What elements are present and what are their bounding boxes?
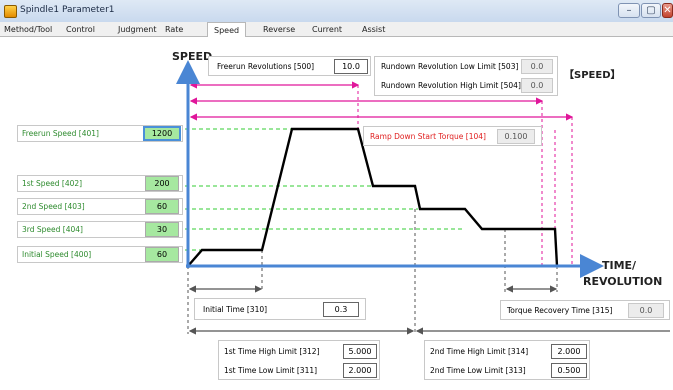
speed3-input[interactable]: 30: [145, 222, 179, 237]
section-title: 【SPEED】: [564, 70, 621, 81]
rundown-low-label: Rundown Revolution Low Limit [503]: [381, 62, 519, 71]
freerun-speed-group: Freerun Speed [401] 1200: [17, 125, 183, 142]
t2-high-input[interactable]: 2.000: [551, 344, 587, 359]
ramp-down-torque-label: Ramp Down Start Torque [104]: [370, 132, 486, 141]
time-axis-label: TIME/: [602, 259, 637, 272]
initial-time-label: Initial Time [310]: [203, 305, 268, 314]
ramp-down-torque-group: Ramp Down Start Torque [104] 0.100: [363, 126, 542, 146]
speed1-input[interactable]: 200: [145, 176, 179, 191]
speed3-group: 3rd Speed [404] 30: [17, 221, 183, 238]
t1-low-label: 1st Time Low Limit [311]: [224, 366, 318, 375]
freerun-revolutions-group: Freerun Revolutions [500] 10.0: [208, 56, 371, 76]
freerun-speed-label: Freerun Speed [401]: [22, 129, 99, 138]
rundown-high-label: Rundown Revolution High Limit [504]: [381, 81, 521, 90]
t2-high-label: 2nd Time High Limit [314]: [430, 347, 529, 356]
rundown-low-input[interactable]: 0.0: [521, 59, 553, 74]
speed-profile-line: [187, 127, 559, 267]
rundown-limits-group: Rundown Revolution Low Limit [503] 0.0 R…: [374, 56, 558, 96]
t1-high-input[interactable]: 5.000: [343, 344, 377, 359]
t2-low-label: 2nd Time Low Limit [313]: [430, 366, 526, 375]
initial-time-input[interactable]: 0.3: [323, 302, 359, 317]
torque-recovery-label: Torque Recovery Time [315]: [507, 306, 613, 315]
initial-time-group: Initial Time [310] 0.3: [194, 298, 366, 320]
freerun-speed-input[interactable]: 1200: [143, 126, 181, 141]
speed1-label: 1st Speed [402]: [22, 179, 83, 188]
speed2-group: 2nd Speed [403] 60: [17, 198, 183, 215]
revolution-axis-label: REVOLUTION: [583, 275, 663, 288]
initial-speed-label: Initial Speed [400]: [22, 250, 92, 259]
torque-recovery-input[interactable]: 0.0: [628, 303, 664, 318]
speed-axis-label: SPEED: [172, 50, 213, 63]
speed2-label: 2nd Speed [403]: [22, 202, 85, 211]
first-time-limits-group: 1st Time High Limit [312] 5.000 1st Time…: [218, 340, 380, 380]
torque-recovery-group: Torque Recovery Time [315] 0.0: [500, 300, 670, 320]
t1-high-label: 1st Time High Limit [312]: [224, 347, 320, 356]
ramp-down-torque-input[interactable]: 0.100: [497, 129, 535, 144]
initial-speed-group: Initial Speed [400] 60: [17, 246, 183, 263]
t2-low-input[interactable]: 0.500: [551, 363, 587, 378]
initial-speed-input[interactable]: 60: [145, 247, 179, 262]
second-time-limits-group: 2nd Time High Limit [314] 2.000 2nd Time…: [424, 340, 590, 380]
speed3-label: 3rd Speed [404]: [22, 225, 83, 234]
t1-low-input[interactable]: 2.000: [343, 363, 377, 378]
speed1-group: 1st Speed [402] 200: [17, 175, 183, 192]
speed-guides: [185, 128, 465, 251]
speed2-input[interactable]: 60: [145, 199, 179, 214]
rundown-high-input[interactable]: 0.0: [521, 78, 553, 93]
freerun-revolutions-input[interactable]: 10.0: [334, 59, 368, 74]
freerun-revolutions-label: Freerun Revolutions [500]: [217, 62, 315, 71]
